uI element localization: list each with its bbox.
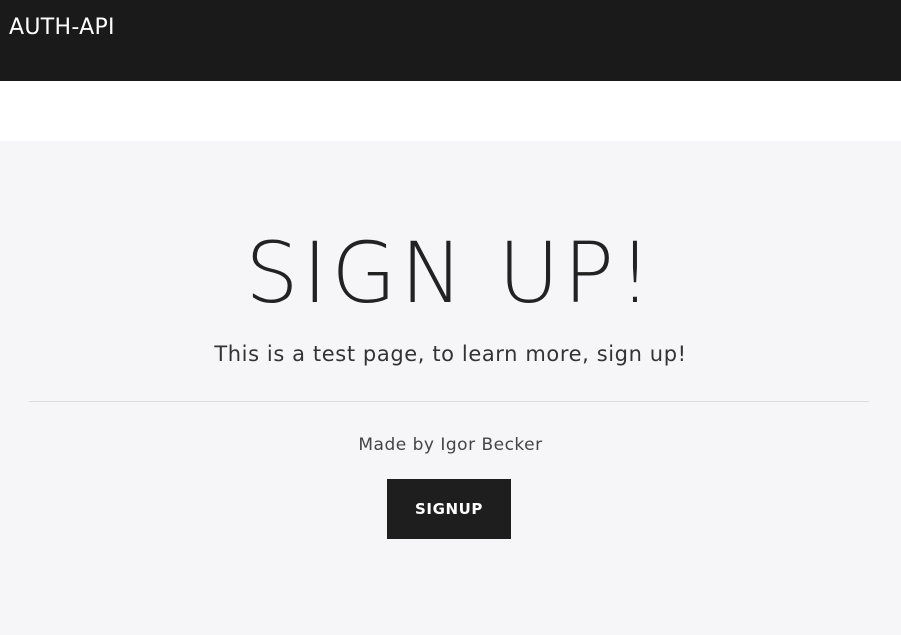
- hero-subtitle: This is a test page, to learn more, sign…: [214, 342, 687, 366]
- signup-button[interactable]: SIGNUP: [387, 479, 511, 539]
- author-credit: Made by Igor Becker: [358, 435, 543, 455]
- brand-link[interactable]: AUTH-API: [9, 15, 115, 41]
- divider: [29, 401, 869, 402]
- top-navbar: AUTH-API: [0, 0, 901, 81]
- page-title: SIGN UP!: [245, 224, 656, 322]
- hero-section: SIGN UP! This is a test page, to learn m…: [0, 141, 901, 635]
